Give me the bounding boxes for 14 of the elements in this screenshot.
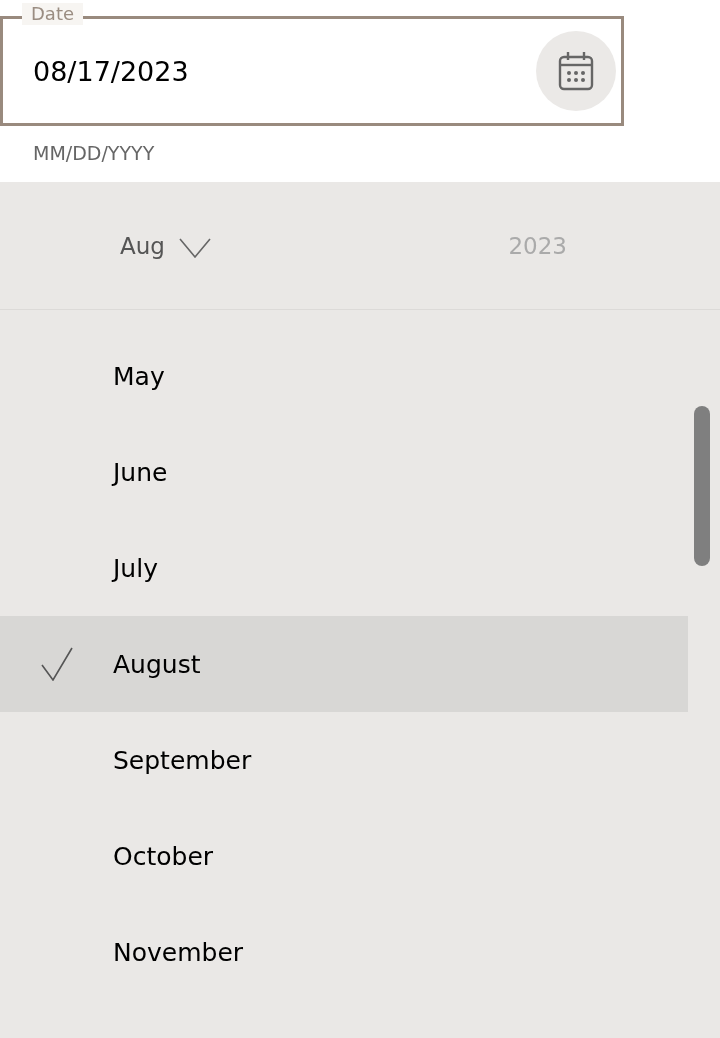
month-option[interactable]: September [0,712,688,808]
month-selector[interactable]: Aug [110,228,221,263]
chevron-down-icon [178,237,211,258]
month-option[interactable]: June [0,424,688,520]
field-label: Date [22,3,84,25]
month-option[interactable]: July [0,520,688,616]
helper-text: MM/DD/YYYY [33,142,156,164]
month-option[interactable]: May [0,328,688,424]
month-option[interactable]: August [0,616,688,712]
calendar-icon [558,51,594,91]
check-icon [41,647,73,681]
scrollbar[interactable] [694,406,710,566]
month-option[interactable]: October [0,808,688,904]
month-option[interactable]: November [0,904,688,1000]
